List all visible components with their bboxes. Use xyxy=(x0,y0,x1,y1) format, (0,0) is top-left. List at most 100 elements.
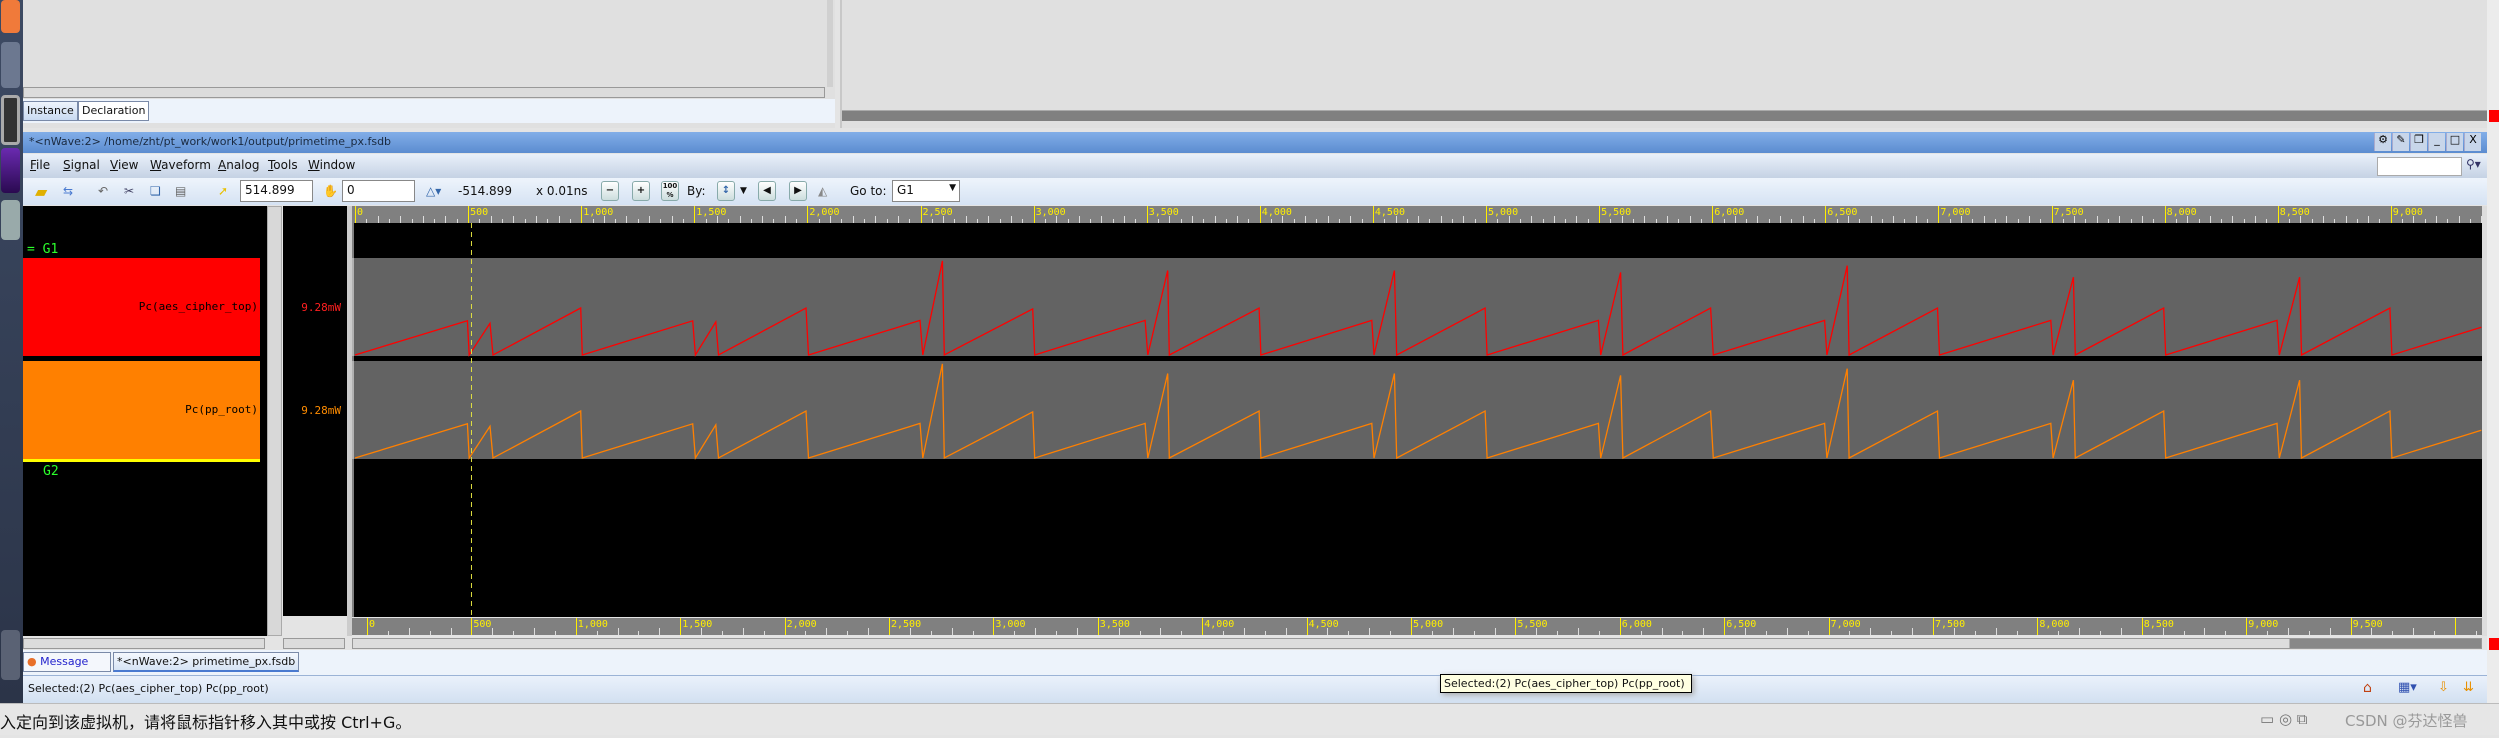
prev-icon[interactable]: ◀ xyxy=(758,181,776,201)
group-g2[interactable]: G2 xyxy=(43,464,59,479)
menu-window[interactable]: Window xyxy=(308,158,355,172)
signal-row[interactable]: Pc(pp_root) xyxy=(23,361,260,459)
horizontal-scrollbar[interactable] xyxy=(23,87,825,98)
pin-icon[interactable]: ✎ xyxy=(2392,133,2409,151)
signal-row[interactable]: Pc(aes_cipher_top) xyxy=(23,258,260,356)
ruler-tick xyxy=(930,631,932,635)
ruler-tick xyxy=(1097,618,1099,635)
trash-icon[interactable] xyxy=(1,630,20,680)
horizontal-scrollbar[interactable] xyxy=(352,638,2482,649)
disk-icon[interactable] xyxy=(1,200,20,240)
open-folder-icon[interactable]: ▰ xyxy=(35,181,47,202)
cut-icon[interactable]: ✂ xyxy=(124,181,134,202)
goto-select[interactable]: G1 ▼ xyxy=(892,180,960,202)
ruler-tick xyxy=(2392,631,2394,635)
app-icon[interactable] xyxy=(1,148,20,193)
ruler-tick xyxy=(1933,618,1934,635)
home-icon[interactable]: ⌂ xyxy=(2363,680,2372,696)
maximize-icon[interactable]: □ xyxy=(2446,133,2463,151)
ruler-tick xyxy=(2475,631,2477,635)
marker-time-input[interactable]: 0 xyxy=(342,180,415,202)
app-icon[interactable] xyxy=(1,42,20,88)
ruler-label: 8,000 xyxy=(2039,619,2070,630)
ruler-tick xyxy=(2058,631,2060,635)
ruler-tick xyxy=(1264,631,1266,635)
goto-label: Go to: xyxy=(850,184,887,198)
close-button[interactable]: X xyxy=(2464,133,2481,151)
analog-icon[interactable]: ◭ xyxy=(818,181,827,202)
horizontal-scrollbar[interactable] xyxy=(283,638,345,649)
tab-nwave[interactable]: *<nWave:2> primetime_px.fsdb xyxy=(113,652,300,672)
download-icon[interactable]: ⇩ xyxy=(2438,680,2449,695)
ruler-label: 2,500 xyxy=(891,619,922,630)
group-g1[interactable]: = G1 xyxy=(27,242,58,257)
ruler-tick xyxy=(575,618,577,635)
ruler-tick xyxy=(596,631,598,635)
ruler-tick xyxy=(1014,631,1016,635)
terminal-icon[interactable] xyxy=(1,95,20,145)
cursor-time-input[interactable]: 514.899 xyxy=(240,180,313,202)
zoom-in-icon[interactable]: + xyxy=(632,181,650,201)
ruler-label: 9,500 xyxy=(2352,619,2383,630)
menu-analog[interactable]: Analog xyxy=(218,158,259,172)
ruler-label: 7,500 xyxy=(1935,619,1966,630)
signal-value: 9.28mW xyxy=(301,404,341,417)
ruler-label: 3,500 xyxy=(1099,619,1130,630)
layout-icon[interactable]: ▦▾ xyxy=(2398,680,2417,695)
tab-declaration[interactable]: Declaration xyxy=(78,101,150,121)
marker-hand-icon[interactable]: ✋ xyxy=(323,181,338,202)
ruler-tick xyxy=(2120,628,2122,635)
search-by-icon[interactable]: ↕ xyxy=(717,181,735,201)
menu-file[interactable]: File xyxy=(30,158,50,172)
toolbar: ▰ ⇆ ↶ ✂ ❏ ▤ ➚ 514.899 ✋ 0 △▾ -514.899 x … xyxy=(23,178,2487,205)
by-label: By: xyxy=(687,184,706,198)
waveform-canvas[interactable]: 0 500 1,000 1,500 2,000 2,500 3,000 3,500 4,000 4… xyxy=(352,206,2482,617)
minimize-icon[interactable]: _ xyxy=(2428,133,2445,151)
ruler-label: 6,500 xyxy=(1726,619,1757,630)
restore-icon[interactable]: ❐ xyxy=(2410,133,2427,151)
ruler-tick xyxy=(2413,628,2415,635)
time-ruler-bottom[interactable]: 0 500 1,000 1,500 2,000 2,500 3,000 3,500 4,000 4… xyxy=(352,618,2482,635)
signal-name-pane: = G1 Pc(aes_cipher_top) Pc(pp_root) G2 xyxy=(23,206,267,636)
tab-instance[interactable]: Instance xyxy=(23,101,78,121)
ruler-tick xyxy=(1473,631,1475,635)
menu-signal[interactable]: Signal xyxy=(63,158,100,172)
zoom-100-button[interactable]: 100 % xyxy=(661,181,679,201)
horizontal-scrollbar[interactable] xyxy=(842,110,2487,121)
tab-message[interactable]: ● Message xyxy=(23,652,111,672)
next-icon[interactable]: ▶ xyxy=(789,181,807,201)
zoom-out-icon[interactable]: − xyxy=(601,181,619,201)
ruler-tick xyxy=(513,631,515,635)
ruler-tick xyxy=(429,631,431,635)
signal-value-pane: 9.28mW 9.28mW xyxy=(283,206,347,616)
ruler-tick xyxy=(2455,618,2456,635)
search-input[interactable] xyxy=(2377,157,2462,176)
ruler-tick xyxy=(1682,631,1684,635)
ruler-tick xyxy=(534,628,536,635)
device-icons[interactable]: ▭ ◎ ⧉ xyxy=(2260,710,2308,728)
copy-icon[interactable]: ❏ xyxy=(150,181,161,202)
ruler-tick xyxy=(1891,631,1893,635)
menu-view[interactable]: View xyxy=(110,158,138,172)
paste-icon[interactable]: ▤ xyxy=(175,181,186,202)
menu-waveform[interactable]: Waveform xyxy=(150,158,211,172)
ruler-tick xyxy=(805,631,807,635)
vertical-scrollbar[interactable] xyxy=(267,206,282,636)
chevron-down-icon[interactable]: ▼ xyxy=(740,181,747,202)
ruler-tick xyxy=(1181,631,1183,635)
undo-icon[interactable]: ↶ xyxy=(98,181,108,202)
search-icon[interactable]: ⚲▾ xyxy=(2466,157,2481,171)
app-icon[interactable] xyxy=(1,0,20,33)
reload-icon[interactable]: ⇆ xyxy=(63,181,73,202)
menu-tools[interactable]: Tools xyxy=(268,158,298,172)
gear-icon[interactable]: ⚙ xyxy=(2374,133,2391,151)
ruler-tick xyxy=(1974,631,1976,635)
source-pane xyxy=(840,0,2487,128)
horizontal-scrollbar[interactable] xyxy=(23,638,265,649)
message-icon: ● xyxy=(27,655,37,668)
ruler-tick xyxy=(1828,618,1830,635)
download-all-icon[interactable]: ⇊ xyxy=(2463,680,2474,695)
ruler-tick xyxy=(367,618,368,635)
ruler-tick xyxy=(1160,628,1162,635)
cursor-arrow-icon[interactable]: ➚ xyxy=(218,181,228,202)
